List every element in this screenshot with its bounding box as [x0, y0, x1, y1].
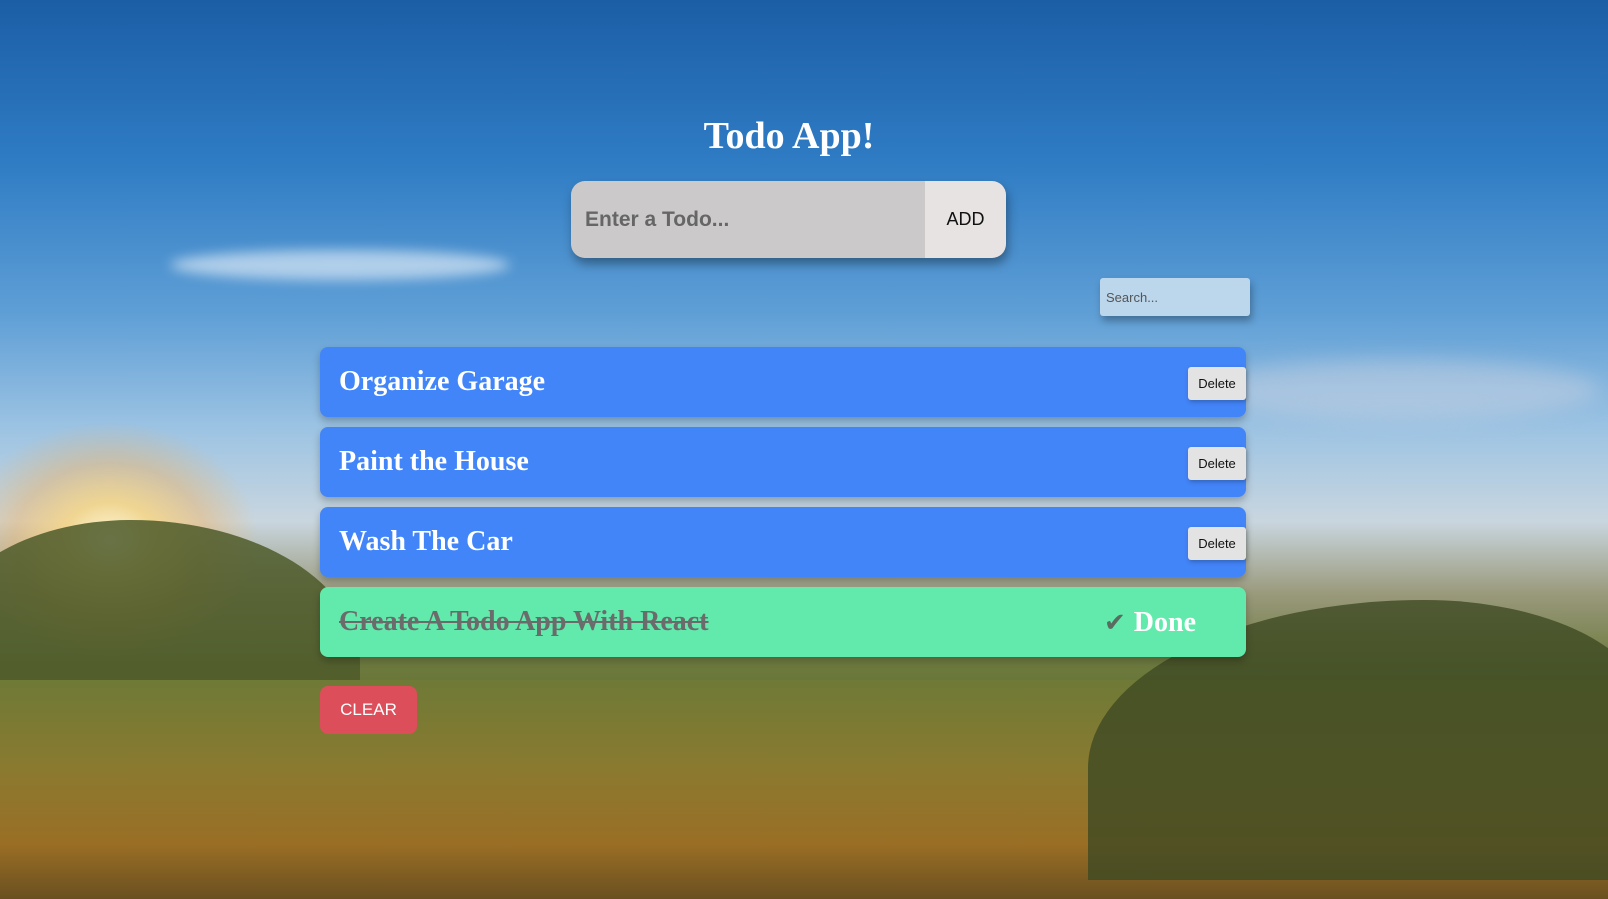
todo-item[interactable]: Organize Garage Delete: [320, 347, 1246, 417]
cloud: [1200, 360, 1600, 420]
delete-button[interactable]: Delete: [1188, 527, 1246, 560]
todo-item[interactable]: Wash The Car Delete: [320, 507, 1246, 577]
clear-button[interactable]: CLEAR: [320, 686, 417, 734]
search-input[interactable]: [1100, 278, 1250, 316]
done-label: Done: [1133, 607, 1197, 638]
done-status: ✔ Done: [1104, 587, 1196, 659]
todo-text[interactable]: Paint the House: [339, 427, 529, 497]
delete-button[interactable]: Delete: [1188, 367, 1246, 400]
delete-button[interactable]: Delete: [1188, 447, 1246, 480]
todo-text[interactable]: Organize Garage: [339, 347, 545, 417]
todo-text[interactable]: Create A Todo App With React: [339, 587, 709, 657]
add-button[interactable]: ADD: [925, 181, 1006, 258]
cloud: [170, 250, 510, 280]
todo-text[interactable]: Wash The Car: [339, 507, 513, 577]
check-icon: ✔: [1104, 608, 1126, 638]
todo-item-completed[interactable]: Create A Todo App With React ✔ Done: [320, 587, 1246, 657]
add-todo-form: ADD: [571, 181, 1006, 258]
todo-input[interactable]: [571, 181, 925, 258]
page-title: Todo App!: [703, 115, 875, 157]
todo-item[interactable]: Paint the House Delete: [320, 427, 1246, 497]
